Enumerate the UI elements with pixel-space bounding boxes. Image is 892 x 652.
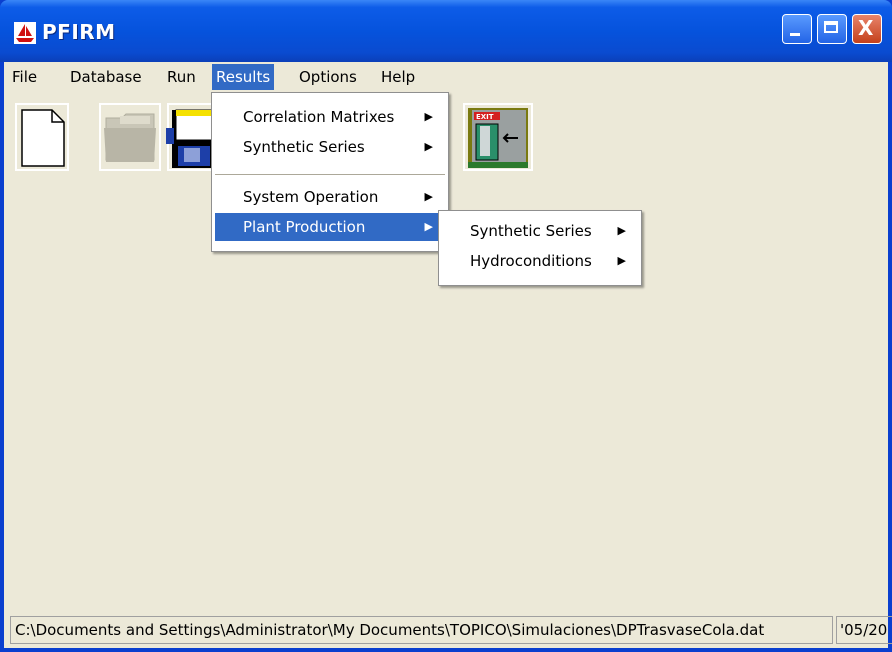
app-window: PFIRM X File Database Run Results Option… bbox=[0, 0, 892, 652]
menuitem-label: System Operation bbox=[243, 188, 379, 206]
window-title: PFIRM bbox=[42, 20, 116, 44]
menuitem-label: Correlation Matrixes bbox=[243, 108, 395, 126]
submenu-arrow-icon: ▶ bbox=[617, 224, 626, 237]
minimize-button[interactable] bbox=[782, 14, 812, 44]
menuitem-label: Hydroconditions bbox=[470, 252, 592, 270]
submenuitem-synthetic-series[interactable]: Synthetic Series ▶ bbox=[442, 217, 638, 245]
menuitem-synthetic-series[interactable]: Synthetic Series ▶ bbox=[215, 133, 445, 161]
title-bar[interactable]: PFIRM X bbox=[0, 0, 892, 62]
menuitem-label: Plant Production bbox=[243, 218, 366, 236]
status-file-path: C:\Documents and Settings\Administrator\… bbox=[10, 616, 833, 644]
menu-help[interactable]: Help bbox=[377, 64, 419, 90]
close-icon: X bbox=[858, 16, 874, 40]
client-area: File Database Run Results Options Help E… bbox=[4, 62, 892, 648]
svg-text:EXIT: EXIT bbox=[476, 113, 494, 121]
results-menu: Correlation Matrixes ▶ Synthetic Series … bbox=[211, 92, 449, 252]
close-button[interactable]: X bbox=[852, 14, 882, 44]
submenu-arrow-icon: ▶ bbox=[424, 190, 433, 203]
menuitem-plant-production[interactable]: Plant Production ▶ bbox=[215, 213, 445, 241]
new-document-icon[interactable] bbox=[14, 102, 70, 172]
exit-door-icon[interactable]: EXIT bbox=[462, 102, 534, 172]
submenu-arrow-icon: ▶ bbox=[424, 220, 433, 233]
menu-bar: File Database Run Results Options Help bbox=[4, 62, 888, 92]
submenu-arrow-icon: ▶ bbox=[424, 140, 433, 153]
sailboat-app-icon bbox=[14, 22, 36, 44]
menu-file[interactable]: File bbox=[8, 64, 41, 90]
submenu-arrow-icon: ▶ bbox=[424, 110, 433, 123]
menuitem-correlation-matrixes[interactable]: Correlation Matrixes ▶ bbox=[215, 103, 445, 131]
status-bar: C:\Documents and Settings\Administrator\… bbox=[10, 616, 892, 646]
menuitem-label: Synthetic Series bbox=[243, 138, 365, 156]
submenu-arrow-icon: ▶ bbox=[617, 254, 626, 267]
plant-production-submenu: Synthetic Series ▶ Hydroconditions ▶ bbox=[438, 210, 642, 286]
menu-run[interactable]: Run bbox=[163, 64, 200, 90]
menuitem-label: Synthetic Series bbox=[470, 222, 592, 240]
menu-database[interactable]: Database bbox=[66, 64, 146, 90]
menu-separator bbox=[215, 174, 445, 175]
submenuitem-hydroconditions[interactable]: Hydroconditions ▶ bbox=[442, 247, 638, 275]
status-date: '05/20 bbox=[836, 616, 892, 644]
menu-options[interactable]: Options bbox=[295, 64, 361, 90]
open-folder-icon[interactable] bbox=[98, 102, 162, 172]
menuitem-system-operation[interactable]: System Operation ▶ bbox=[215, 183, 445, 211]
menu-results[interactable]: Results bbox=[212, 64, 275, 90]
maximize-button[interactable] bbox=[817, 14, 847, 44]
